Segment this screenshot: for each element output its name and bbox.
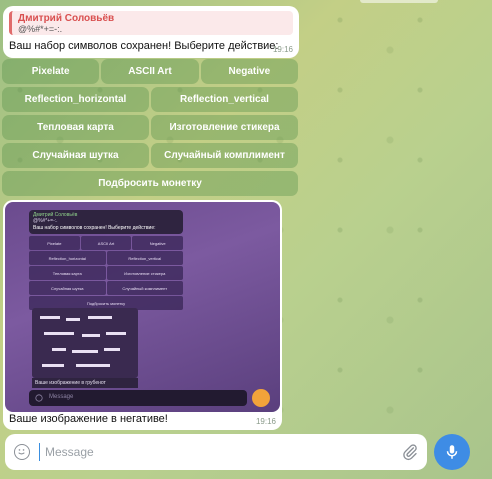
reflection-vertical-button[interactable]: Reflection_vertical [151, 87, 298, 112]
inner-keyboard: Pixelate ASCII Art Negative Reflection_h… [29, 236, 184, 311]
negative-screenshot-image[interactable]: Дмитрий Соловьёв @%#*+=-:. Ваш набор сим… [5, 202, 280, 412]
photo-time: 19:16 [255, 417, 276, 426]
sticker-button[interactable]: Изготовление стикера [151, 115, 298, 140]
coin-flip-button[interactable]: Подбросить монетку [2, 171, 298, 196]
ascii-art-button[interactable]: ASCII Art [101, 59, 199, 84]
message-input[interactable] [39, 443, 389, 461]
inline-keyboard: Pixelate ASCII Art Negative Reflection_h… [2, 59, 298, 199]
inner-smile-icon [35, 394, 43, 402]
inner-button: Negative [132, 236, 184, 250]
inner-mic-icon [252, 389, 270, 407]
random-compliment-button[interactable]: Случайный комплимент [151, 143, 298, 168]
microphone-icon[interactable] [434, 434, 470, 470]
paperclip-icon[interactable] [401, 443, 419, 461]
photo-caption: Ваше изображение в негативе! [9, 413, 168, 425]
message-time: 19:16 [272, 45, 293, 54]
inner-input-placeholder: Message [49, 394, 74, 400]
random-joke-button[interactable]: Случайная шутка [2, 143, 149, 168]
inner-caption-text: Ваше изображение в грубенот [35, 380, 106, 386]
inner-bot-message: Дмитрий Соловьёв @%#*+=-:. Ваш набор сим… [29, 210, 183, 234]
reply-quote[interactable]: Дмитрий Соловьёв @%#*+=-:. [9, 11, 293, 35]
smile-icon[interactable] [14, 444, 30, 460]
message-text: Ваш набор символов сохранен! Выберите де… [9, 40, 279, 52]
inner-input-bar: Message [29, 390, 247, 406]
photo-message[interactable]: Дмитрий Соловьёв @%#*+=-:. Ваш набор сим… [3, 200, 282, 430]
inner-button: Случайный комплимент [106, 281, 183, 295]
inner-button: Изготовление стикера [106, 266, 183, 280]
previous-message-edge [360, 0, 438, 3]
inner-button: Pixelate [29, 236, 80, 250]
reply-text: @%#*+=-:. [18, 24, 63, 34]
inner-button: Reflection_vertical [106, 251, 183, 265]
reply-author: Дмитрий Соловьёв [18, 13, 115, 24]
inner-button: Случайная шутка [29, 281, 106, 295]
reflection-horizontal-button[interactable]: Reflection_horizontal [2, 87, 149, 112]
inner-button: Reflection_horizontal [29, 251, 106, 265]
bot-message[interactable]: Дмитрий Соловьёв @%#*+=-:. Ваш набор сим… [3, 6, 299, 58]
message-input-bar [5, 434, 427, 470]
negative-button[interactable]: Negative [200, 59, 298, 84]
inner-ascii-image [32, 308, 138, 378]
heatmap-button[interactable]: Тепловая карта [2, 115, 149, 140]
inner-button: Тепловая карта [29, 266, 106, 280]
inner-button: ASCII Art [80, 236, 132, 250]
inner-message-text: Ваш набор символов сохранен! Выберите де… [33, 225, 156, 231]
pixelate-button[interactable]: Pixelate [2, 59, 100, 84]
inner-caption: Ваше изображение в грубенот [32, 378, 138, 388]
